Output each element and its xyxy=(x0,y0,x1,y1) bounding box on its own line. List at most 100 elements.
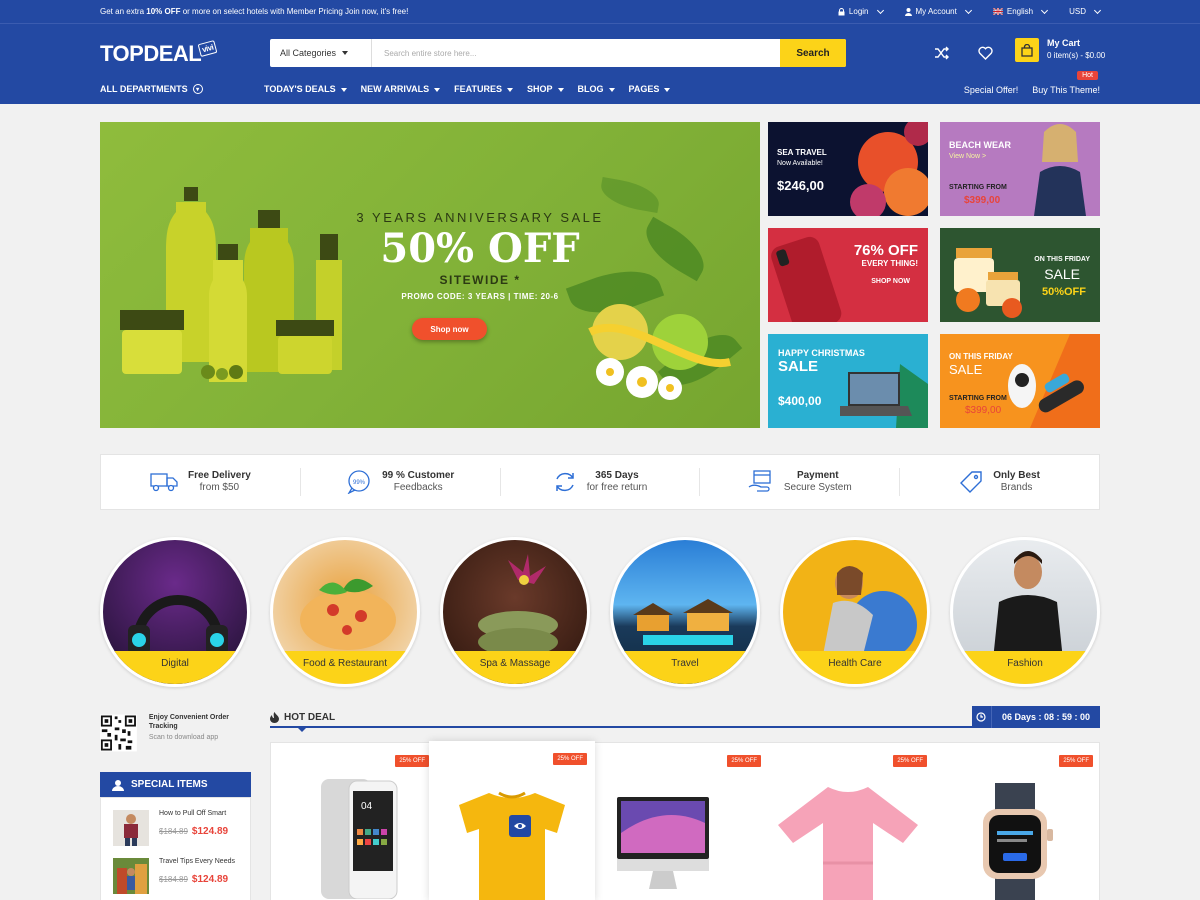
nav-todays-deals[interactable]: TODAY'S DEALS xyxy=(264,84,347,94)
compare-icon[interactable] xyxy=(934,46,950,63)
uk-flag-icon xyxy=(992,8,1003,15)
product-card[interactable]: 25% OFF xyxy=(429,741,595,900)
top-header: Get an extra 10% OFF or more on select h… xyxy=(0,0,1200,104)
buy-theme-link[interactable]: Buy This Theme! Hot xyxy=(1032,71,1100,95)
tile-spa-sale[interactable]: ON THIS FRIDAY SALE 50%OFF xyxy=(940,228,1100,322)
discount-badge: 25% OFF xyxy=(1059,755,1093,767)
svg-text:99%: 99% xyxy=(353,480,366,486)
app-promo[interactable]: Enjoy Convenient Order Tracking Scan to … xyxy=(100,713,251,753)
main-nav: ALL DEPARTMENTS ▾ TODAY'S DEALS NEW ARRI… xyxy=(0,71,1200,104)
nav-features[interactable]: FEATURES xyxy=(454,84,513,94)
spa-products-image xyxy=(954,248,1022,318)
category-travel[interactable]: Travel xyxy=(610,537,760,687)
currency-select[interactable]: USD xyxy=(1069,7,1100,16)
feedback-icon: 99% xyxy=(347,470,370,494)
hero-banner[interactable]: 3 YEARS ANNIVERSARY SALE 50% OFF SITEWID… xyxy=(100,122,760,428)
qr-code-icon xyxy=(100,714,137,752)
all-departments-button[interactable]: ALL DEPARTMENTS ▾ xyxy=(100,84,203,94)
quick-view-icon[interactable] xyxy=(509,815,531,837)
discount-badge: 25% OFF xyxy=(553,753,587,765)
camera-device-image xyxy=(1008,334,1100,428)
leaf-decoration xyxy=(636,216,714,282)
apples-flowers-image xyxy=(588,304,731,400)
hot-deal-header: HOT DEAL 06 Days : 08 : 59 : 00 xyxy=(270,706,1100,732)
language-select[interactable]: English xyxy=(992,7,1047,16)
feature-free-return: 365 Days for free return xyxy=(501,468,701,496)
yellow-shirt-image xyxy=(459,791,565,900)
smartwatch-image xyxy=(983,783,1053,900)
tile-christmas-sale[interactable]: HAPPY CHRISTMAS SALE $400,00 xyxy=(768,334,928,428)
category-food-restaurant[interactable]: Food & Restaurant xyxy=(270,537,420,687)
discount-badge: 25% OFF xyxy=(727,755,761,767)
feature-free-delivery: Free Delivery from $50 xyxy=(101,468,301,496)
special-items-header: SPECIAL ITEMS xyxy=(100,772,251,797)
logo[interactable]: TOPDEALvivi xyxy=(100,39,219,67)
svg-text:04: 04 xyxy=(361,801,373,812)
feature-customer-feedback: 99% 99 % Customer Feedbacks xyxy=(301,468,501,496)
truck-icon xyxy=(150,473,178,492)
resort-image xyxy=(633,599,733,645)
category-select[interactable]: All Categories xyxy=(270,39,372,67)
imac-image xyxy=(617,797,709,889)
category-circles: Digital Food & Restaurant Spa & Massage … xyxy=(100,537,1100,687)
left-sidebar: Enjoy Convenient Order Tracking Scan to … xyxy=(100,713,251,900)
shop-now-link[interactable]: SHOP NOW xyxy=(871,278,910,285)
coral-image xyxy=(850,122,928,216)
user-icon xyxy=(112,779,124,791)
special-item[interactable]: How to Pull Off Smart $184.89 $124.89 xyxy=(101,798,250,846)
topbar: Get an extra 10% OFF or more on select h… xyxy=(0,0,1200,24)
product-card[interactable]: 25% OFF 04 xyxy=(271,743,437,900)
fitness-woman-image xyxy=(823,566,917,659)
nav-new-arrivals[interactable]: NEW ARRIVALS xyxy=(361,84,441,94)
nav-blog[interactable]: BLOG xyxy=(578,84,615,94)
model-man-image xyxy=(993,551,1063,660)
search-button[interactable]: Search xyxy=(780,39,846,67)
hero-text: 3 YEARS ANNIVERSARY SALE 50% OFF SITEWID… xyxy=(356,210,604,301)
product-card[interactable]: 25% OFF xyxy=(769,743,935,900)
promo-text: Get an extra 10% OFF or more on select h… xyxy=(100,7,409,16)
hot-deal-section: HOT DEAL 06 Days : 08 : 59 : 00 25% OFF … xyxy=(270,706,1100,900)
tile-friday-sale[interactable]: ON THIS FRIDAY SALE STARTING FROM $399,0… xyxy=(940,334,1100,428)
tile-phone-sale[interactable]: 76% OFF EVERY THING! SHOP NOW xyxy=(768,228,928,322)
nav-pages[interactable]: PAGES xyxy=(629,84,671,94)
shop-now-button[interactable]: Shop now xyxy=(412,318,487,340)
pink-dress-image xyxy=(778,787,918,900)
feature-secure-payment: Payment Secure System xyxy=(700,468,901,496)
special-offer-link[interactable]: Special Offer! xyxy=(964,85,1018,95)
chevron-down-icon: ▾ xyxy=(192,84,203,94)
feature-best-brands: Only Best Brands xyxy=(900,468,1099,496)
tile-beach-wear[interactable]: BEACH WEAR View Now > STARTING FROM $399… xyxy=(940,122,1100,216)
my-account-link[interactable]: My Account xyxy=(904,7,971,16)
hot-badge: Hot xyxy=(1077,71,1098,80)
login-link[interactable]: Login xyxy=(838,7,883,16)
cart[interactable]: My Cart 0 item(s) - $0.00 xyxy=(1015,38,1105,62)
category-health-care[interactable]: Health Care xyxy=(780,537,930,687)
discount-badge: 25% OFF xyxy=(395,755,429,767)
category-digital[interactable]: Digital xyxy=(100,537,250,687)
countdown-timer: 06 Days : 08 : 59 : 00 xyxy=(971,706,1100,728)
red-phone-image xyxy=(771,236,842,322)
hot-deal-title: HOT DEAL xyxy=(270,712,335,723)
tag-icon xyxy=(960,471,982,493)
features-strip: Free Delivery from $50 99% 99 % Customer F… xyxy=(100,454,1100,510)
search-input[interactable] xyxy=(372,39,780,67)
model-woman-image xyxy=(1034,124,1086,216)
wishlist-icon[interactable] xyxy=(978,46,993,63)
category-fashion[interactable]: Fashion xyxy=(950,537,1100,687)
leaf-decoration xyxy=(598,176,662,214)
hot-deal-products: 25% OFF 04 25% OFF 25% OFF 25% OFF 25% O… xyxy=(270,741,1101,900)
special-items-list: How to Pull Off Smart $184.89 $124.89 Tra… xyxy=(100,797,251,900)
clock-icon xyxy=(972,706,992,728)
nav-shop[interactable]: SHOP xyxy=(527,84,564,94)
discount-badge: 25% OFF xyxy=(893,755,927,767)
product-card[interactable]: 25% OFF xyxy=(603,743,769,900)
search-bar: All Categories Search xyxy=(270,39,846,67)
product-card[interactable]: 25% OFF xyxy=(935,743,1101,900)
spa-flowers-image xyxy=(478,554,558,656)
user-icon xyxy=(904,7,912,16)
main-header: TOPDEALvivi All Categories Search My Car… xyxy=(0,24,1200,80)
special-item[interactable]: Travel Tips Every Needs $184.89 $124.89 xyxy=(101,846,250,894)
tile-sea-travel[interactable]: SEA TRAVEL Now Available! $246,00 xyxy=(768,122,928,216)
category-spa-massage[interactable]: Spa & Massage xyxy=(440,537,590,687)
product-thumbnail xyxy=(113,858,149,894)
